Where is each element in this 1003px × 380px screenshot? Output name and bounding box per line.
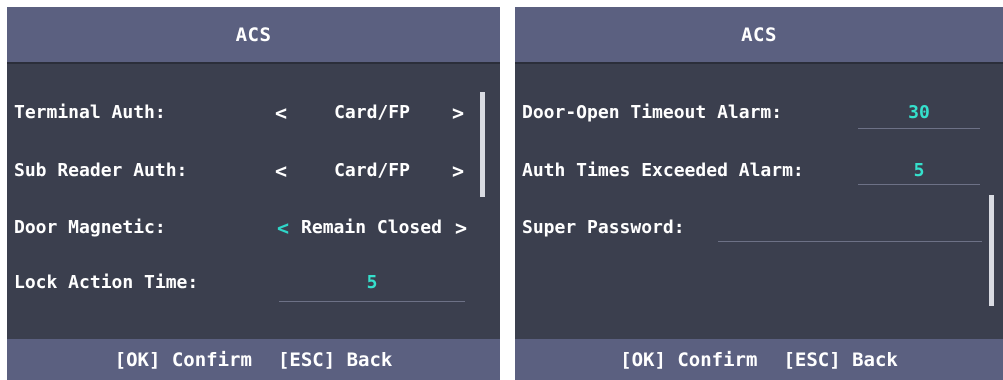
lock-action-time-underline xyxy=(279,301,465,302)
door-open-timeout-alarm-row[interactable]: Door-Open Timeout Alarm: 30 xyxy=(515,93,1003,133)
back-hint[interactable]: [ESC] Back xyxy=(783,349,897,371)
lock-action-time-row[interactable]: Lock Action Time: 5 xyxy=(7,263,500,303)
super-password-underline xyxy=(718,241,982,242)
auth-times-exceeded-alarm-underline xyxy=(858,184,980,185)
door-magnetic-next-arrow[interactable]: > xyxy=(455,208,467,248)
terminal-auth-label: Terminal Auth: xyxy=(14,102,166,123)
door-magnetic-label: Door Magnetic: xyxy=(14,217,166,238)
door-open-timeout-alarm-input[interactable]: 30 xyxy=(858,93,980,133)
door-magnetic-row[interactable]: Door Magnetic: < Remain Closed > xyxy=(7,208,500,248)
scrollbar[interactable] xyxy=(480,92,485,197)
door-open-timeout-alarm-underline xyxy=(858,128,980,129)
sub-reader-auth-row[interactable]: Sub Reader Auth: < Card/FP > xyxy=(7,151,500,191)
acs-settings-screen-1: ACS Terminal Auth: < Card/FP > Sub Reade… xyxy=(7,7,500,380)
screen-title: ACS xyxy=(741,23,777,46)
lock-action-time-input[interactable]: 5 xyxy=(279,263,465,303)
title-divider xyxy=(7,62,500,64)
back-hint[interactable]: [ESC] Back xyxy=(278,349,392,371)
door-open-timeout-alarm-label: Door-Open Timeout Alarm: xyxy=(522,102,783,123)
terminal-auth-row[interactable]: Terminal Auth: < Card/FP > xyxy=(7,93,500,133)
sub-reader-auth-next-arrow[interactable]: > xyxy=(452,151,464,191)
terminal-auth-prev-arrow[interactable]: < xyxy=(275,93,287,133)
scrollbar[interactable] xyxy=(989,195,994,306)
door-magnetic-prev-arrow[interactable]: < xyxy=(277,208,289,248)
auth-times-exceeded-alarm-input[interactable]: 5 xyxy=(858,151,980,191)
sub-reader-auth-prev-arrow[interactable]: < xyxy=(275,151,287,191)
acs-settings-screen-2: ACS Door-Open Timeout Alarm: 30 Auth Tim… xyxy=(515,7,1003,380)
title-bar: ACS xyxy=(7,7,500,62)
sub-reader-auth-label: Sub Reader Auth: xyxy=(14,160,188,181)
super-password-row[interactable]: Super Password: xyxy=(515,208,1003,248)
sub-reader-auth-value: Card/FP xyxy=(334,160,410,181)
title-divider xyxy=(515,62,1003,64)
auth-times-exceeded-alarm-label: Auth Times Exceeded Alarm: xyxy=(522,160,804,181)
footer-bar: [OK] Confirm [ESC] Back xyxy=(7,339,500,380)
confirm-hint[interactable]: [OK] Confirm xyxy=(115,349,252,371)
footer-bar: [OK] Confirm [ESC] Back xyxy=(515,339,1003,380)
title-bar: ACS xyxy=(515,7,1003,62)
auth-times-exceeded-alarm-row[interactable]: Auth Times Exceeded Alarm: 5 xyxy=(515,151,1003,191)
super-password-label: Super Password: xyxy=(522,217,685,238)
confirm-hint[interactable]: [OK] Confirm xyxy=(620,349,757,371)
terminal-auth-value: Card/FP xyxy=(334,102,410,123)
lock-action-time-label: Lock Action Time: xyxy=(14,272,199,293)
screen-title: ACS xyxy=(235,23,272,46)
door-magnetic-value: Remain Closed xyxy=(301,217,442,238)
terminal-auth-next-arrow[interactable]: > xyxy=(452,93,464,133)
